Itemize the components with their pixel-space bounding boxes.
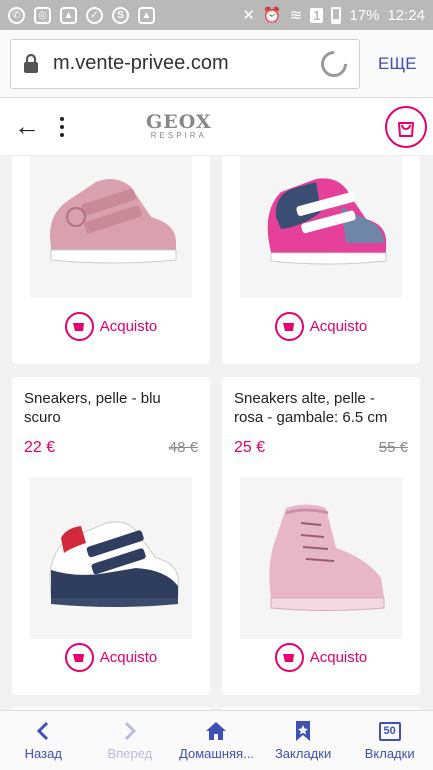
instagram-icon: ◎ (34, 6, 51, 24)
battery-icon (331, 6, 342, 24)
product-card[interactable]: Acquisto (222, 156, 420, 364)
buy-button[interactable]: Acquisto (12, 312, 210, 341)
address-bar[interactable]: m.vente-privee.com (10, 38, 360, 89)
lock-icon (24, 53, 38, 73)
product-name[interactable]: Sneakers, pelle - blu scuro (24, 389, 194, 427)
product-grid: Acquisto Acquisto Sneakers, pelle - blu … (0, 156, 433, 710)
whatsapp-icon: ✆ (8, 6, 25, 24)
product-card[interactable]: Sneakers, pelle - blu scuro 22 € 48 € Ac… (12, 377, 210, 695)
nav-label: Вперед (107, 746, 153, 761)
more-menu-button[interactable]: ЕЩЕ (378, 54, 417, 74)
nav-label: Назад (24, 746, 62, 761)
product-old-price: 55 € (378, 439, 408, 456)
cart-plus-icon (274, 643, 304, 672)
chevron-left-icon (36, 720, 50, 742)
nav-home-button[interactable]: Домашняя... (173, 711, 260, 770)
mute-icon: ✕ (242, 7, 255, 24)
browser-toolbar: m.vente-privee.com ЕЩЕ (0, 30, 433, 98)
product-image[interactable] (240, 477, 402, 639)
wifi-icon: ≋ (289, 7, 303, 24)
back-arrow-icon[interactable]: ← (14, 111, 40, 142)
bookmark-icon (294, 720, 312, 742)
kebab-menu-icon[interactable] (60, 116, 64, 137)
tabs-icon: 50 (378, 720, 401, 742)
buy-label: Acquisto (99, 318, 158, 335)
cart-plus-icon (274, 312, 304, 341)
buy-label: Acquisto (309, 649, 368, 666)
chevron-right-icon (123, 720, 137, 742)
messenger-icon: ✓ (86, 6, 103, 24)
product-image[interactable] (240, 156, 402, 298)
logo-main-text: GEOX (146, 110, 212, 133)
buy-label: Acquisto (99, 649, 158, 666)
shoe-image (267, 178, 387, 265)
product-card[interactable]: Acquisto (12, 156, 210, 364)
url-text: m.vente-privee.com (53, 52, 229, 74)
product-card[interactable]: Sneakers alte, pelle - rosa - gambale: 6… (222, 377, 420, 695)
image-icon: ▲ (138, 6, 155, 24)
tabs-count: 50 (378, 721, 401, 741)
sim-indicator: 1 (310, 7, 324, 23)
battery-level: 17% (349, 6, 380, 24)
product-price: 22 € (24, 439, 56, 456)
shoe-image (50, 178, 177, 264)
image-icon: ▲ (60, 6, 77, 24)
nav-forward-button[interactable]: Вперед (87, 711, 174, 770)
browser-bottom-bar: Назад Вперед Домашняя... Закладки 50 Вкл… (0, 710, 433, 770)
nav-label: Закладки (274, 746, 332, 761)
buy-button[interactable]: Acquisto (222, 643, 420, 672)
nav-tabs-button[interactable]: 50 Вкладки (346, 711, 433, 770)
product-name[interactable]: Sneakers alte, pelle - rosa - gambale: 6… (234, 389, 404, 427)
cart-button[interactable] (385, 105, 427, 148)
status-bar: ✆ ◎ ▲ ✓ S ▲ ✕ ⏰ ≋ 1 17% 12:24 (0, 0, 433, 30)
clock: 12:24 (387, 6, 425, 24)
nav-label: Вкладки (364, 746, 415, 761)
reload-icon[interactable] (315, 45, 353, 82)
product-image[interactable] (30, 477, 192, 639)
shoe-image (49, 521, 179, 607)
buy-button[interactable]: Acquisto (12, 643, 210, 672)
alarm-icon: ⏰ (262, 7, 282, 24)
product-old-price: 48 € (168, 439, 198, 456)
logo-sub-text: RESPIRA (150, 130, 207, 140)
brand-logo: GEOX RESPIRA (146, 110, 212, 141)
nav-back-button[interactable]: Назад (0, 711, 87, 770)
cart-plus-icon (64, 312, 94, 341)
shoe-image (269, 504, 385, 611)
site-header: ← GEOX RESPIRA (0, 98, 433, 156)
buy-label: Acquisto (309, 318, 368, 335)
buy-button[interactable]: Acquisto (222, 312, 420, 341)
home-icon (205, 720, 227, 742)
shopping-bag-icon (398, 121, 414, 137)
product-image[interactable] (30, 156, 192, 298)
nav-bookmarks-button[interactable]: Закладки (260, 711, 347, 770)
cart-plus-icon (64, 643, 94, 672)
nav-label: Домашняя... (179, 746, 254, 761)
product-price: 25 € (234, 439, 266, 456)
skype-icon: S (112, 6, 129, 24)
